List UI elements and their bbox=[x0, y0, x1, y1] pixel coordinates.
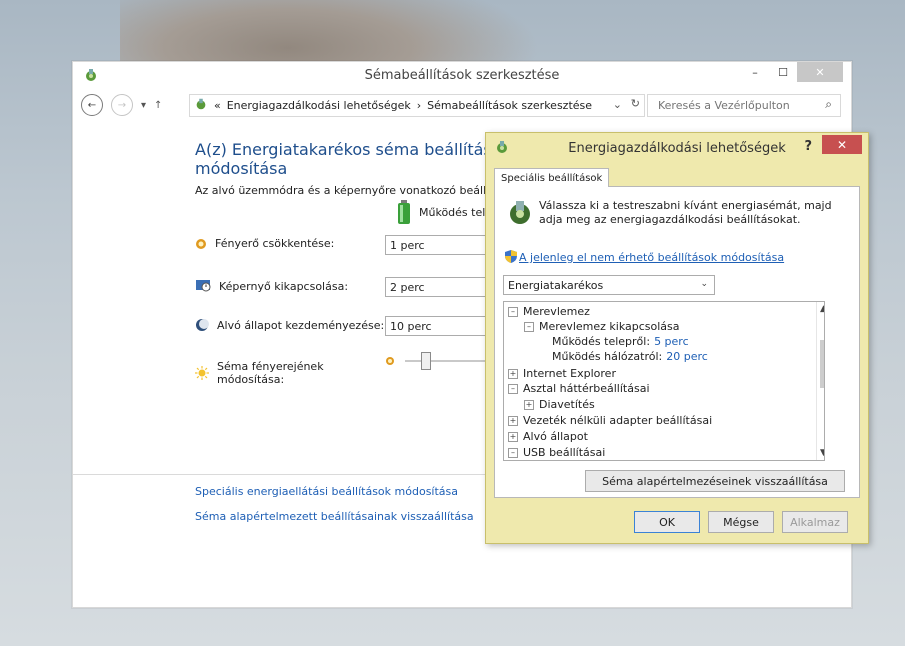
sun-dim-icon bbox=[386, 357, 394, 365]
breadcrumb-item-edit-plan[interactable]: Sémabeállítások szerkesztése bbox=[427, 99, 592, 112]
tree-node[interactable]: Működés telepről: 5 perc bbox=[552, 335, 689, 348]
forward-button[interactable]: → bbox=[111, 94, 133, 116]
title-bar: Sémabeállítások szerkesztése – ☐ ✕ bbox=[73, 62, 851, 89]
tree-node[interactable]: – Merevlemez bbox=[508, 305, 590, 318]
shield-icon bbox=[505, 250, 517, 266]
tree-node[interactable]: + Internet Explorer bbox=[508, 367, 616, 380]
search-box[interactable]: ⌕ bbox=[647, 94, 841, 117]
up-button[interactable]: ↑ bbox=[154, 100, 162, 111]
breadcrumb-item-power-options[interactable]: Energiagazdálkodási lehetőségek bbox=[227, 99, 411, 112]
expand-icon[interactable]: + bbox=[508, 431, 518, 442]
dim-display-label: Fényerő csökkentése: bbox=[215, 237, 335, 250]
tree-node[interactable]: + Alvó állapot bbox=[508, 430, 588, 443]
search-icon[interactable]: ⌕ bbox=[825, 97, 832, 112]
plan-select-value: Energiatakarékos bbox=[508, 278, 604, 292]
intro-text: Válassza ki a testreszabni kívánt energi… bbox=[539, 199, 832, 226]
ok-button[interactable]: OK bbox=[634, 511, 700, 533]
tree-node[interactable]: – USB beállításai bbox=[508, 446, 605, 459]
vertical-scrollbar[interactable]: ▲ ▼ bbox=[816, 302, 824, 460]
sleep-label: Alvó állapot kezdeményezése: bbox=[217, 318, 385, 332]
battery-icon bbox=[398, 200, 410, 224]
slider-track[interactable] bbox=[405, 352, 485, 370]
turn-off-display-label: Képernyő kikapcsolása: bbox=[219, 279, 349, 293]
maximize-button[interactable]: ☐ bbox=[769, 62, 797, 82]
apply-button[interactable]: Alkalmaz bbox=[782, 511, 848, 533]
restore-plan-defaults-button[interactable]: Séma alapértelmezéseinek visszaállítása bbox=[585, 470, 845, 492]
chevron-down-icon[interactable]: ⌄ bbox=[613, 98, 622, 111]
plan-brightness-label: Séma fényerejének módosítása: bbox=[217, 360, 324, 386]
tree-node[interactable]: – Merevlemez kikapcsolása bbox=[524, 320, 680, 333]
expand-icon[interactable]: + bbox=[524, 399, 534, 410]
collapse-icon[interactable]: – bbox=[508, 306, 518, 317]
chevron-up-icon[interactable]: ▲ bbox=[820, 304, 824, 314]
tree-node[interactable]: Működés hálózatról: 20 perc bbox=[552, 350, 708, 363]
value-link[interactable]: 20 perc bbox=[666, 350, 708, 363]
back-button[interactable]: ← bbox=[81, 94, 103, 116]
tab-advanced-settings[interactable]: Speciális beállítások bbox=[494, 168, 610, 187]
tree-node[interactable]: – Asztal háttérbeállításai bbox=[508, 382, 650, 395]
turn-off-display-row: Képernyő kikapcsolása: bbox=[195, 279, 389, 293]
close-button[interactable]: ✕ bbox=[797, 62, 843, 82]
settings-tree[interactable]: – Merevlemez – Merevlemez kikapcsolása Műk… bbox=[503, 301, 825, 461]
restore-defaults-link[interactable]: Séma alapértelmezett beállításainak viss… bbox=[195, 510, 474, 523]
minimize-button[interactable]: – bbox=[741, 62, 769, 82]
dialog-title-bar: Energiagazdálkodási lehetőségek ? ✕ bbox=[486, 133, 868, 163]
plan-select[interactable]: Energiatakarékos ⌄ bbox=[503, 275, 715, 295]
recent-pages-chevron-icon[interactable]: ▾ bbox=[141, 100, 146, 111]
slider-thumb[interactable] bbox=[421, 352, 431, 370]
refresh-icon[interactable]: ↻ bbox=[631, 97, 640, 110]
dialog-close-button[interactable]: ✕ bbox=[822, 135, 862, 154]
advanced-power-settings-link[interactable]: Speciális energiaellátási beállítások mó… bbox=[195, 485, 458, 498]
dim-display-row: Fényerő csökkentése: bbox=[195, 237, 385, 250]
search-input[interactable] bbox=[656, 98, 810, 113]
sleep-row: Alvó állapot kezdeményezése: bbox=[195, 318, 387, 332]
collapse-icon[interactable]: – bbox=[508, 447, 518, 458]
change-unavailable-settings-link[interactable]: A jelenleg el nem érhető beállítások mód… bbox=[519, 251, 784, 264]
expand-icon[interactable]: + bbox=[508, 368, 518, 379]
expand-icon[interactable]: + bbox=[508, 415, 518, 426]
monitor-icon bbox=[196, 280, 211, 292]
sun-bright-icon bbox=[195, 366, 209, 380]
breadcrumb-prefix[interactable]: « bbox=[214, 99, 221, 112]
tree-node[interactable]: + Vezeték nélküli adapter beállításai bbox=[508, 414, 712, 427]
arrow-left-icon: ← bbox=[87, 99, 97, 111]
address-toolbar: ← → ▾ ↑ « Energiagazdálkodási lehetősége… bbox=[73, 90, 851, 120]
help-button[interactable]: ? bbox=[804, 139, 812, 154]
collapse-icon[interactable]: – bbox=[508, 383, 518, 394]
power-plan-icon bbox=[507, 199, 533, 228]
breadcrumb-separator-icon: › bbox=[416, 99, 422, 112]
chevron-down-icon[interactable]: ▼ bbox=[820, 448, 824, 458]
cancel-button[interactable]: Mégse bbox=[708, 511, 774, 533]
scrollbar-thumb[interactable] bbox=[820, 340, 824, 388]
address-bar[interactable]: « Energiagazdálkodási lehetőségek › Séma… bbox=[189, 94, 645, 117]
sun-dim-icon bbox=[196, 238, 206, 249]
tree-node[interactable]: + Diavetítés bbox=[524, 398, 595, 411]
moon-icon bbox=[196, 319, 209, 331]
advanced-settings-panel: Válassza ki a testreszabni kívánt energi… bbox=[494, 186, 860, 498]
brightness-slider[interactable] bbox=[385, 352, 485, 370]
power-options-dialog: Energiagazdálkodási lehetőségek ? ✕ Spec… bbox=[485, 132, 869, 544]
value-link[interactable]: 5 perc bbox=[654, 335, 689, 348]
window-title: Sémabeállítások szerkesztése bbox=[364, 68, 560, 83]
collapse-icon[interactable]: – bbox=[524, 321, 534, 332]
plan-brightness-row: Séma fényerejének módosítása: bbox=[195, 360, 387, 386]
arrow-right-icon: → bbox=[117, 99, 127, 111]
power-options-icon bbox=[194, 97, 208, 114]
chevron-down-icon: ⌄ bbox=[700, 279, 708, 289]
